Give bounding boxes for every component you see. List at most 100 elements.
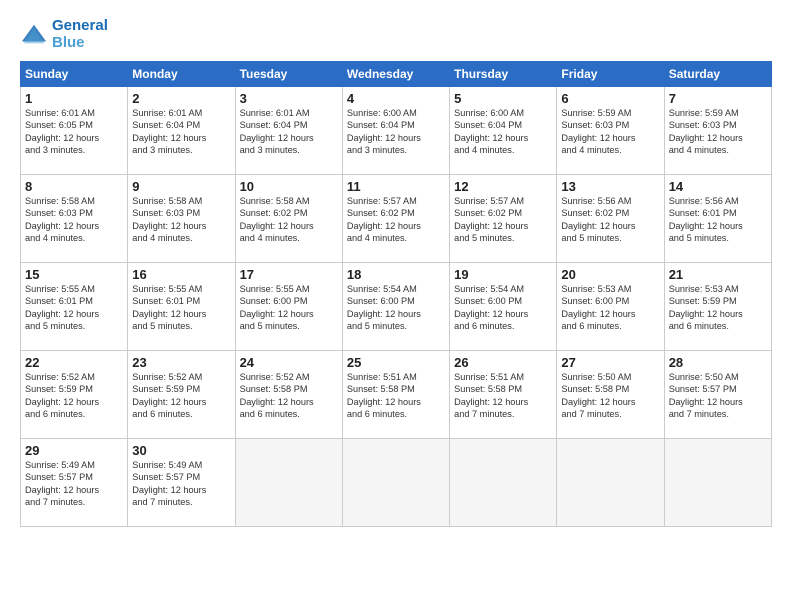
calendar-cell: 6Sunrise: 5:59 AMSunset: 6:03 PMDaylight… [557, 87, 664, 175]
calendar-cell: 25Sunrise: 5:51 AMSunset: 5:58 PMDayligh… [342, 351, 449, 439]
calendar-cell [342, 439, 449, 527]
calendar-cell [235, 439, 342, 527]
cell-text: Sunrise: 5:56 AMSunset: 6:02 PMDaylight:… [561, 195, 659, 245]
day-number: 20 [561, 267, 659, 282]
cell-text: Sunrise: 6:00 AMSunset: 6:04 PMDaylight:… [347, 107, 445, 157]
weekday-header-sunday: Sunday [21, 62, 128, 87]
calendar-cell: 14Sunrise: 5:56 AMSunset: 6:01 PMDayligh… [664, 175, 771, 263]
cell-text: Sunrise: 5:50 AMSunset: 5:58 PMDaylight:… [561, 371, 659, 421]
day-number: 14 [669, 179, 767, 194]
cell-text: Sunrise: 5:58 AMSunset: 6:03 PMDaylight:… [132, 195, 230, 245]
cell-text: Sunrise: 5:55 AMSunset: 6:00 PMDaylight:… [240, 283, 338, 333]
day-number: 28 [669, 355, 767, 370]
day-number: 16 [132, 267, 230, 282]
day-number: 2 [132, 91, 230, 106]
cell-text: Sunrise: 5:55 AMSunset: 6:01 PMDaylight:… [132, 283, 230, 333]
day-number: 6 [561, 91, 659, 106]
cell-text: Sunrise: 5:57 AMSunset: 6:02 PMDaylight:… [347, 195, 445, 245]
cell-text: Sunrise: 5:49 AMSunset: 5:57 PMDaylight:… [132, 459, 230, 509]
calendar-cell: 11Sunrise: 5:57 AMSunset: 6:02 PMDayligh… [342, 175, 449, 263]
cell-text: Sunrise: 5:55 AMSunset: 6:01 PMDaylight:… [25, 283, 123, 333]
cell-text: Sunrise: 6:00 AMSunset: 6:04 PMDaylight:… [454, 107, 552, 157]
calendar-cell: 3Sunrise: 6:01 AMSunset: 6:04 PMDaylight… [235, 87, 342, 175]
day-number: 1 [25, 91, 123, 106]
calendar-cell: 2Sunrise: 6:01 AMSunset: 6:04 PMDaylight… [128, 87, 235, 175]
weekday-header-tuesday: Tuesday [235, 62, 342, 87]
cell-text: Sunrise: 5:56 AMSunset: 6:01 PMDaylight:… [669, 195, 767, 245]
day-number: 15 [25, 267, 123, 282]
cell-text: Sunrise: 5:49 AMSunset: 5:57 PMDaylight:… [25, 459, 123, 509]
calendar-table: SundayMondayTuesdayWednesdayThursdayFrid… [20, 61, 772, 527]
calendar-cell: 29Sunrise: 5:49 AMSunset: 5:57 PMDayligh… [21, 439, 128, 527]
weekday-header-thursday: Thursday [450, 62, 557, 87]
cell-text: Sunrise: 5:51 AMSunset: 5:58 PMDaylight:… [454, 371, 552, 421]
cell-text: Sunrise: 5:58 AMSunset: 6:02 PMDaylight:… [240, 195, 338, 245]
calendar-cell: 1Sunrise: 6:01 AMSunset: 6:05 PMDaylight… [21, 87, 128, 175]
logo-icon [20, 21, 48, 49]
logo-text: General Blue [52, 18, 108, 51]
day-number: 30 [132, 443, 230, 458]
calendar-cell: 18Sunrise: 5:54 AMSunset: 6:00 PMDayligh… [342, 263, 449, 351]
calendar-cell: 12Sunrise: 5:57 AMSunset: 6:02 PMDayligh… [450, 175, 557, 263]
day-number: 22 [25, 355, 123, 370]
calendar-cell: 17Sunrise: 5:55 AMSunset: 6:00 PMDayligh… [235, 263, 342, 351]
day-number: 9 [132, 179, 230, 194]
cell-text: Sunrise: 5:53 AMSunset: 5:59 PMDaylight:… [669, 283, 767, 333]
calendar-cell: 16Sunrise: 5:55 AMSunset: 6:01 PMDayligh… [128, 263, 235, 351]
calendar-cell: 23Sunrise: 5:52 AMSunset: 5:59 PMDayligh… [128, 351, 235, 439]
day-number: 23 [132, 355, 230, 370]
calendar-cell: 26Sunrise: 5:51 AMSunset: 5:58 PMDayligh… [450, 351, 557, 439]
cell-text: Sunrise: 5:52 AMSunset: 5:59 PMDaylight:… [25, 371, 123, 421]
cell-text: Sunrise: 5:52 AMSunset: 5:58 PMDaylight:… [240, 371, 338, 421]
weekday-header-saturday: Saturday [664, 62, 771, 87]
cell-text: Sunrise: 5:54 AMSunset: 6:00 PMDaylight:… [347, 283, 445, 333]
weekday-header-monday: Monday [128, 62, 235, 87]
day-number: 8 [25, 179, 123, 194]
day-number: 4 [347, 91, 445, 106]
day-number: 11 [347, 179, 445, 194]
day-number: 17 [240, 267, 338, 282]
day-number: 18 [347, 267, 445, 282]
cell-text: Sunrise: 5:59 AMSunset: 6:03 PMDaylight:… [561, 107, 659, 157]
weekday-header-wednesday: Wednesday [342, 62, 449, 87]
cell-text: Sunrise: 6:01 AMSunset: 6:05 PMDaylight:… [25, 107, 123, 157]
calendar-cell: 9Sunrise: 5:58 AMSunset: 6:03 PMDaylight… [128, 175, 235, 263]
day-number: 27 [561, 355, 659, 370]
day-number: 7 [669, 91, 767, 106]
day-number: 5 [454, 91, 552, 106]
page: General Blue SundayMondayTuesdayWednesda… [0, 0, 792, 612]
header: General Blue [20, 18, 772, 51]
day-number: 19 [454, 267, 552, 282]
day-number: 24 [240, 355, 338, 370]
calendar-cell: 28Sunrise: 5:50 AMSunset: 5:57 PMDayligh… [664, 351, 771, 439]
weekday-header-friday: Friday [557, 62, 664, 87]
cell-text: Sunrise: 5:57 AMSunset: 6:02 PMDaylight:… [454, 195, 552, 245]
day-number: 13 [561, 179, 659, 194]
cell-text: Sunrise: 5:54 AMSunset: 6:00 PMDaylight:… [454, 283, 552, 333]
logo: General Blue [20, 18, 108, 51]
cell-text: Sunrise: 6:01 AMSunset: 6:04 PMDaylight:… [240, 107, 338, 157]
calendar-cell: 24Sunrise: 5:52 AMSunset: 5:58 PMDayligh… [235, 351, 342, 439]
day-number: 21 [669, 267, 767, 282]
cell-text: Sunrise: 5:58 AMSunset: 6:03 PMDaylight:… [25, 195, 123, 245]
cell-text: Sunrise: 6:01 AMSunset: 6:04 PMDaylight:… [132, 107, 230, 157]
cell-text: Sunrise: 5:51 AMSunset: 5:58 PMDaylight:… [347, 371, 445, 421]
day-number: 12 [454, 179, 552, 194]
calendar-cell: 27Sunrise: 5:50 AMSunset: 5:58 PMDayligh… [557, 351, 664, 439]
calendar-cell: 30Sunrise: 5:49 AMSunset: 5:57 PMDayligh… [128, 439, 235, 527]
calendar-cell: 19Sunrise: 5:54 AMSunset: 6:00 PMDayligh… [450, 263, 557, 351]
day-number: 3 [240, 91, 338, 106]
calendar-cell: 22Sunrise: 5:52 AMSunset: 5:59 PMDayligh… [21, 351, 128, 439]
calendar-cell: 15Sunrise: 5:55 AMSunset: 6:01 PMDayligh… [21, 263, 128, 351]
calendar-cell [450, 439, 557, 527]
cell-text: Sunrise: 5:53 AMSunset: 6:00 PMDaylight:… [561, 283, 659, 333]
calendar-cell [557, 439, 664, 527]
day-number: 25 [347, 355, 445, 370]
calendar-cell [664, 439, 771, 527]
calendar-cell: 21Sunrise: 5:53 AMSunset: 5:59 PMDayligh… [664, 263, 771, 351]
cell-text: Sunrise: 5:50 AMSunset: 5:57 PMDaylight:… [669, 371, 767, 421]
calendar-cell: 20Sunrise: 5:53 AMSunset: 6:00 PMDayligh… [557, 263, 664, 351]
calendar-cell: 8Sunrise: 5:58 AMSunset: 6:03 PMDaylight… [21, 175, 128, 263]
calendar-cell: 5Sunrise: 6:00 AMSunset: 6:04 PMDaylight… [450, 87, 557, 175]
calendar-cell: 4Sunrise: 6:00 AMSunset: 6:04 PMDaylight… [342, 87, 449, 175]
